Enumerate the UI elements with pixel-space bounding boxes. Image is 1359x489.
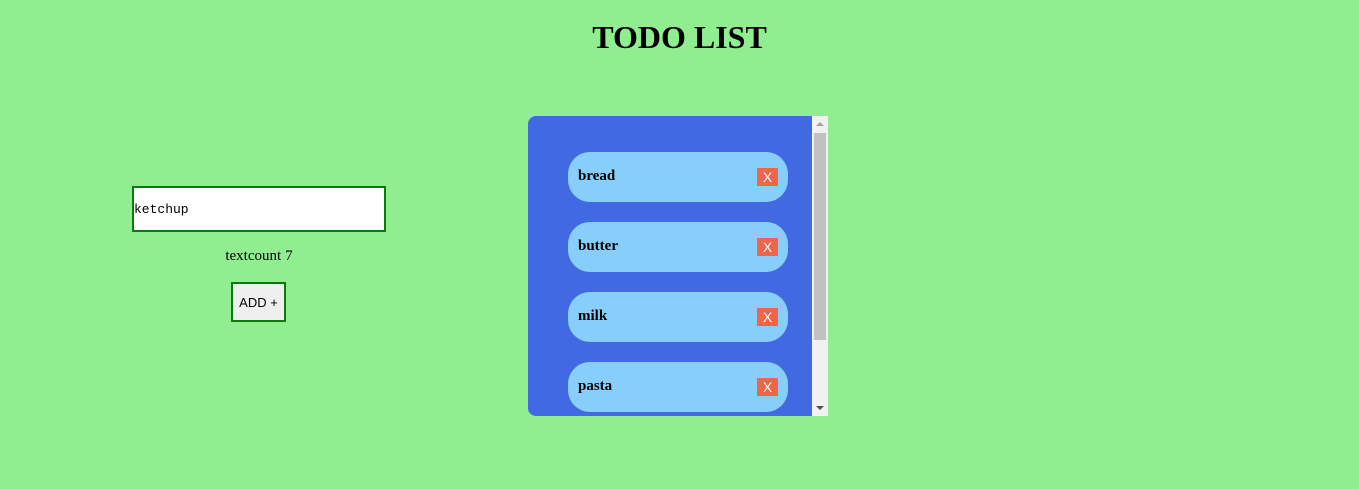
todo-list: bread X butter X milk X pasta X [528,116,812,416]
scroll-down-arrow-icon[interactable] [816,406,824,410]
todo-item-butter: butter X [568,222,788,272]
text-count: textcount 7 [132,248,386,265]
scrollbar[interactable] [812,116,828,416]
todo-item-label: bread [578,168,616,184]
todo-item-label: butter [578,238,618,254]
todo-input[interactable] [132,186,386,232]
delete-button[interactable]: X [757,168,778,186]
delete-button[interactable]: X [757,378,778,396]
todo-item-label: pasta [578,378,613,394]
todo-item-bread: bread X [568,152,788,202]
scroll-thumb[interactable] [814,133,826,340]
add-button[interactable]: ADD + [231,282,286,322]
delete-button[interactable]: X [757,238,778,256]
text-count-value: 7 [285,248,293,264]
todo-item-label: milk [578,308,608,324]
text-count-label: textcount [225,248,282,264]
todo-item-pasta: pasta X [568,362,788,412]
todo-item-milk: milk X [568,292,788,342]
page-title: TODO LIST [592,19,767,55]
todo-list-panel: bread X butter X milk X pasta X [528,116,828,416]
scroll-up-arrow-icon[interactable] [816,122,824,126]
delete-button[interactable]: X [757,308,778,326]
